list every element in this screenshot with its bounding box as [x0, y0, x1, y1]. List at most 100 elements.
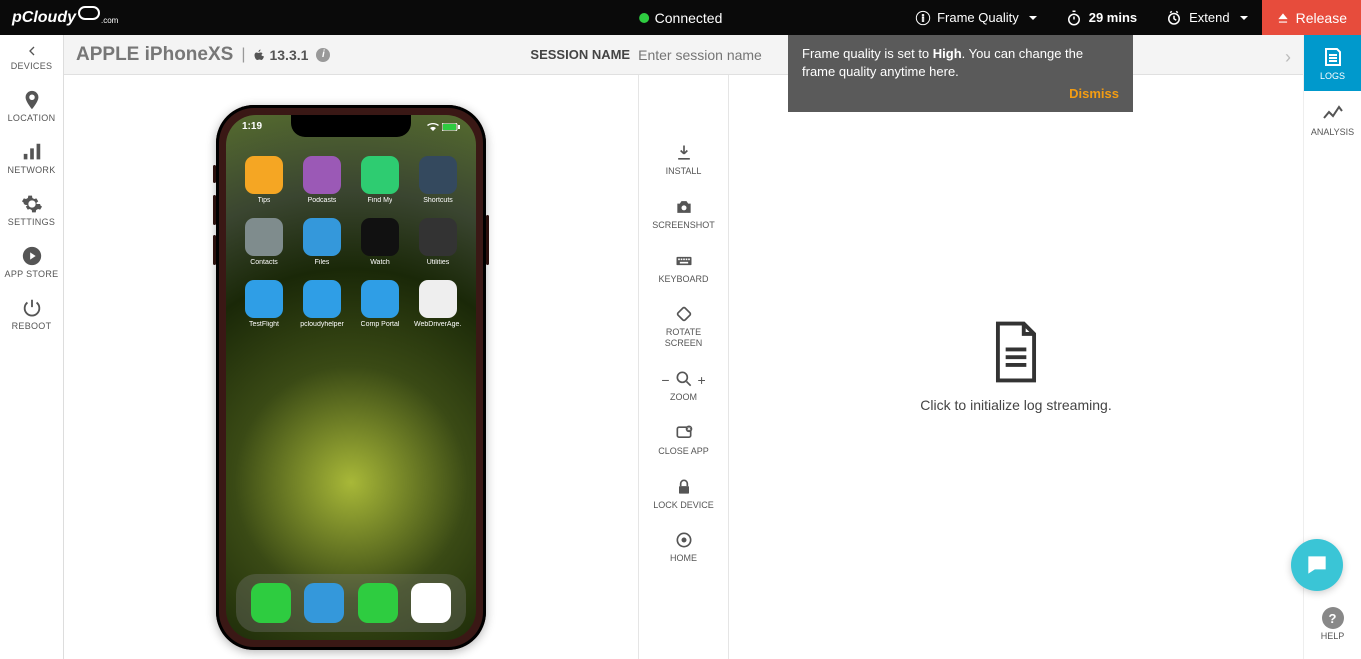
chevron-left-icon [24, 43, 40, 59]
dock-app-phone[interactable] [251, 583, 291, 623]
app-icon [419, 280, 457, 318]
device-name: APPLE iPhoneXS [76, 44, 233, 66]
control-install[interactable]: INSTALL [639, 135, 728, 189]
lock-icon [674, 477, 694, 497]
phone-apps-grid: Tips Podcasts Find My Shortcuts Contacts File… [226, 132, 476, 328]
info-icon[interactable]: i [316, 48, 330, 62]
wifi-icon [427, 123, 439, 131]
dock-app-messages[interactable] [358, 583, 398, 623]
phone-frame: 1:19 Tips Podcasts Find My Shortcuts Contact… [216, 105, 486, 650]
phone-time: 1:19 [242, 121, 262, 132]
chat-icon [1304, 552, 1330, 578]
release-button[interactable]: Release [1262, 0, 1361, 35]
tooltip-text-before: Frame quality is set to [802, 46, 933, 61]
control-zoom[interactable]: − + ZOOM [639, 361, 728, 415]
dismiss-button[interactable]: Dismiss [802, 85, 1119, 103]
phone-app[interactable]: Podcasts [296, 156, 348, 204]
phone-app[interactable]: pcloudyhelper [296, 280, 348, 328]
sidebar-item-network[interactable]: NETWORK [0, 133, 63, 185]
app-label: Files [315, 259, 330, 266]
control-screenshot[interactable]: SCREENSHOT [639, 189, 728, 243]
sidebar-left: DEVICES LOCATION NETWORK SETTINGS APP ST… [0, 35, 64, 659]
sidebar-item-appstore[interactable]: APP STORE [0, 237, 63, 289]
app-label: Utilities [427, 259, 450, 266]
app-label: Shortcuts [423, 197, 453, 204]
chevron-down-icon [1029, 16, 1037, 20]
app-icon [245, 218, 283, 256]
play-icon [21, 245, 43, 267]
control-rotate[interactable]: ROTATE SCREEN [639, 296, 728, 361]
app-icon [245, 156, 283, 194]
phone-app[interactable]: Files [296, 218, 348, 266]
magnifier-icon [674, 369, 694, 389]
session-name-group: SESSION NAME [530, 47, 818, 63]
sidebar-label: NETWORK [7, 165, 55, 175]
rotate-icon [674, 304, 694, 324]
app-icon [419, 156, 457, 194]
rail-item-logs[interactable]: LOGS [1304, 35, 1361, 91]
sidebar-item-location[interactable]: LOCATION [0, 81, 63, 133]
keyboard-icon [674, 251, 694, 271]
document-icon [989, 321, 1043, 383]
phone-app[interactable]: Utilities [412, 218, 464, 266]
timer-value: 29 mins [1089, 10, 1137, 25]
sidebar-item-reboot[interactable]: REBOOT [0, 289, 63, 341]
phone-app[interactable]: Watch [354, 218, 406, 266]
app-label: Tips [258, 197, 271, 204]
app-label: Contacts [250, 259, 278, 266]
app-label: pcloudyhelper [300, 321, 344, 328]
dock-app-safari[interactable] [304, 583, 344, 623]
dock-app-music[interactable] [411, 583, 451, 623]
frame-quality-tooltip: Frame quality is set to High. You can ch… [788, 35, 1133, 112]
app-label: Podcasts [308, 197, 337, 204]
chevron-right-icon[interactable]: › [1285, 47, 1291, 68]
app-icon [303, 156, 341, 194]
signal-icon [21, 141, 43, 163]
phone-status-icons [427, 121, 460, 132]
sidebar-item-devices[interactable]: DEVICES [0, 35, 63, 81]
phone-app[interactable]: Comp Portal [354, 280, 406, 328]
phone-notch [291, 115, 411, 137]
frame-quality-dropdown[interactable]: Frame Quality [901, 0, 1051, 35]
sidebar-label: APP STORE [5, 269, 59, 279]
phone-app[interactable]: Contacts [238, 218, 290, 266]
rail-item-analysis[interactable]: ANALYSIS [1304, 91, 1361, 147]
app-icon [245, 280, 283, 318]
phone-app[interactable]: Tips [238, 156, 290, 204]
control-keyboard[interactable]: KEYBOARD [639, 243, 728, 297]
control-lock[interactable]: LOCK DEVICE [639, 469, 728, 523]
analysis-icon [1321, 101, 1345, 125]
eject-icon [1276, 11, 1290, 25]
clock-icon [1165, 9, 1183, 27]
phone-app[interactable]: WebDriverAge... [412, 280, 464, 328]
rail-item-help[interactable]: ? HELP [1304, 597, 1361, 651]
phone-screen[interactable]: 1:19 Tips Podcasts Find My Shortcuts Contact… [226, 115, 476, 640]
chat-button[interactable] [1291, 539, 1343, 591]
control-close-app[interactable]: CLOSE APP [639, 415, 728, 469]
phone-app[interactable]: Shortcuts [412, 156, 464, 204]
logs-message: Click to initialize log streaming. [920, 397, 1111, 413]
sidebar-item-settings[interactable]: SETTINGS [0, 185, 63, 237]
logs-icon [1321, 45, 1345, 69]
app-label: Watch [370, 259, 390, 266]
pin-icon [21, 89, 43, 111]
sidebar-label: SETTINGS [8, 217, 55, 227]
camera-icon [674, 197, 694, 217]
zoom-in-icon[interactable]: + [698, 372, 706, 388]
sidebar-label: REBOOT [12, 321, 52, 331]
phone-app[interactable]: Find My [354, 156, 406, 204]
app-icon [303, 218, 341, 256]
phone-app[interactable]: TestFlight [238, 280, 290, 328]
chevron-down-icon [1240, 16, 1248, 20]
logs-panel[interactable]: Click to initialize log streaming. [729, 75, 1303, 659]
control-home[interactable]: HOME [639, 522, 728, 576]
brand-suffix: .com [101, 16, 118, 25]
zoom-out-icon[interactable]: − [661, 372, 669, 388]
extend-dropdown[interactable]: Extend [1151, 0, 1261, 35]
release-label: Release [1296, 10, 1347, 26]
brand-logo[interactable]: pCloudy .com [0, 9, 130, 27]
connection-status: Connected [639, 10, 723, 26]
battery-icon [442, 123, 460, 131]
app-label: WebDriverAge... [414, 321, 462, 328]
main-canvas: 1:19 Tips Podcasts Find My Shortcuts Contact… [64, 75, 1303, 659]
